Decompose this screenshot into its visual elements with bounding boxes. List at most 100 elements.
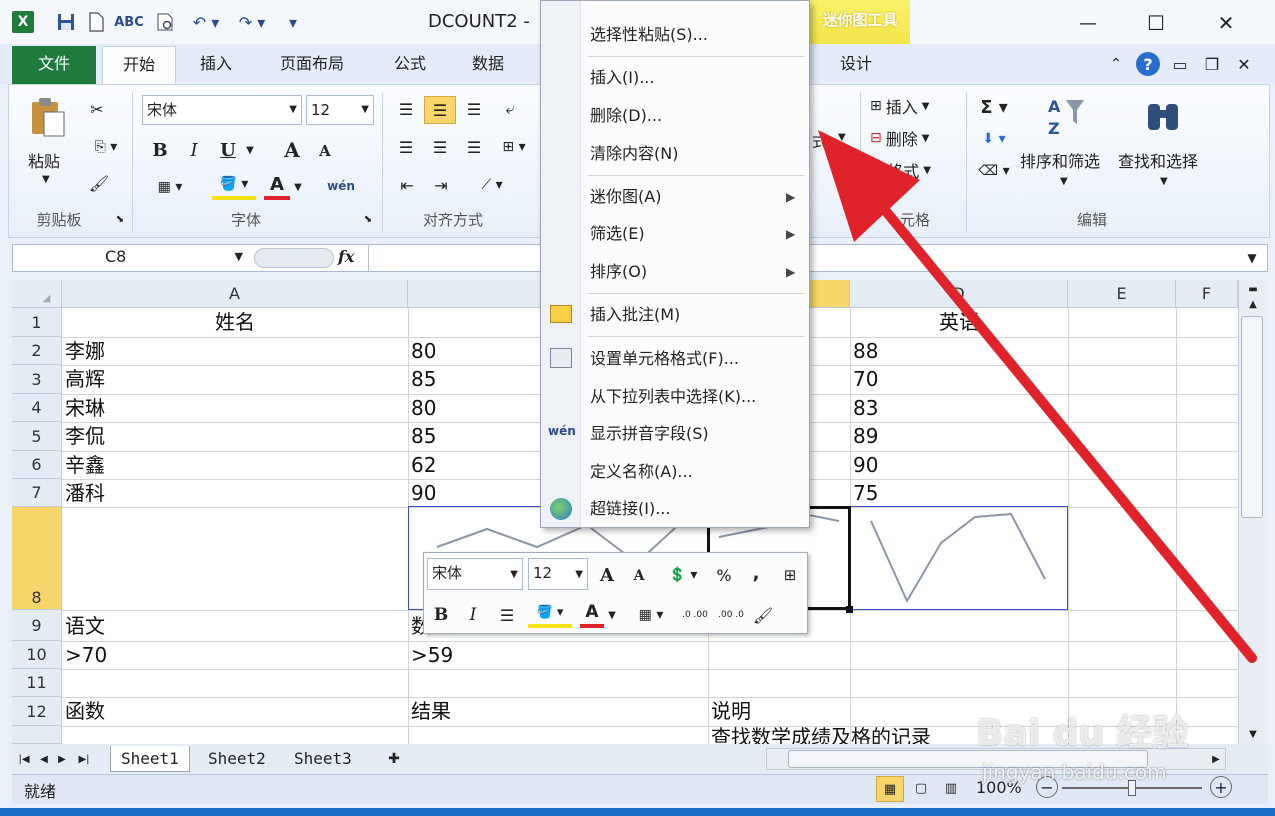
cell-a12[interactable]: 函数 [62, 697, 105, 725]
font-color-button[interactable]: A [264, 172, 290, 200]
increase-indent-icon[interactable]: ⇥ [428, 172, 454, 198]
cell-b12[interactable]: 结果 [408, 697, 451, 725]
mini-bold-button[interactable]: B [430, 602, 452, 628]
menu-item-paste-special[interactable]: 选择性粘贴(S)... [590, 17, 708, 53]
row-header[interactable]: 2 [12, 337, 62, 365]
menu-item-delete[interactable]: 删除(D)... [590, 98, 662, 134]
workbook-close-icon[interactable]: ✕ [1234, 52, 1254, 76]
mini-font-color-dropdown-icon[interactable]: ▼ [606, 608, 618, 622]
font-size-combo[interactable]: 12 ▼ [306, 95, 374, 125]
grow-font-button[interactable]: A [280, 136, 304, 164]
clipboard-launcher-icon[interactable]: ⬊ [114, 212, 126, 226]
insert-sheet-icon[interactable]: ✚ [380, 748, 408, 770]
cell-a4[interactable]: 宋琳 [62, 394, 105, 422]
maximize-button[interactable]: ☐ [1136, 8, 1176, 38]
cell-a9[interactable]: 语文 [62, 612, 105, 640]
row-header[interactable]: 9 [12, 610, 62, 641]
align-left-icon[interactable]: ☰ [394, 134, 418, 160]
copy-icon[interactable]: ⎘ ▾ [84, 134, 128, 160]
mini-borders-icon[interactable]: ▦ ▾ [628, 602, 674, 628]
decrease-indent-icon[interactable]: ⇤ [394, 172, 420, 198]
row-header[interactable]: 5 [12, 422, 62, 451]
menu-item-clear-contents[interactable]: 清除内容(N) [590, 136, 678, 172]
menu-item-sort[interactable]: 排序(O) [590, 254, 647, 290]
align-top-icon[interactable]: ☰ [394, 96, 418, 122]
tab-file[interactable]: 文件 [12, 46, 96, 84]
mini-increase-decimal-button[interactable]: .0 .00 [678, 602, 712, 628]
close-button[interactable]: ✕ [1206, 8, 1246, 38]
cell-b2[interactable]: 80 [408, 337, 436, 365]
first-sheet-icon[interactable]: |◀ [16, 750, 32, 768]
shrink-font-button[interactable]: A [314, 138, 336, 164]
cell-b4[interactable]: 80 [408, 394, 436, 422]
menu-item-show-phonetic[interactable]: 显示拼音字段(S) [590, 416, 709, 452]
row-header[interactable]: 6 [12, 451, 62, 479]
mini-decrease-decimal-button[interactable]: .00 .0 [714, 602, 748, 628]
sheet-tab-sheet3[interactable]: Sheet3 [286, 746, 366, 772]
tab-formulas[interactable]: 公式 [380, 46, 440, 84]
cell-c12[interactable]: 说明 [708, 697, 751, 725]
page-break-view-button[interactable]: ▥ [938, 776, 964, 800]
row-header[interactable]: 11 [12, 669, 62, 697]
cell-a1[interactable]: 姓名 [62, 308, 408, 336]
borders-icon[interactable]: ▦ ▾ [148, 174, 192, 200]
mini-italic-button[interactable]: I [462, 602, 484, 628]
prev-sheet-icon[interactable]: ◀ [36, 750, 52, 768]
customize-quick-access-icon[interactable]: ▾ [282, 9, 304, 35]
menu-item-sparklines[interactable]: 迷你图(A) [590, 179, 661, 215]
save-icon[interactable] [54, 9, 78, 35]
tab-insert[interactable]: 插入 [186, 46, 246, 84]
merge-center-icon[interactable]: ⊞ ▾ [496, 134, 532, 160]
row-header[interactable]: 10 [12, 641, 62, 669]
formula-bar-splitter[interactable] [254, 248, 334, 268]
mini-fill-color-icon[interactable]: 🪣 ▾ [528, 600, 572, 628]
undo-icon[interactable]: ↶ ▾ [186, 9, 226, 35]
tab-home[interactable]: 开始 [102, 46, 176, 84]
tab-page-layout[interactable]: 页面布局 [262, 46, 362, 84]
name-box[interactable]: C8 ▼ [13, 245, 251, 271]
zoom-in-button[interactable]: + [1210, 776, 1232, 798]
mini-format-painter-icon[interactable]: 🖌 [750, 602, 776, 628]
cell-b6[interactable]: 62 [408, 451, 436, 479]
mini-size-combo[interactable]: 12 ▼ [528, 558, 588, 590]
mini-center-icon[interactable]: ☰ [494, 602, 520, 628]
minimize-button[interactable]: — [1068, 8, 1108, 38]
font-color-dropdown-icon[interactable]: ▼ [292, 180, 304, 194]
page-layout-view-button[interactable]: ▢ [908, 776, 934, 800]
mini-comma-button[interactable]: , [746, 560, 766, 586]
cell-c13[interactable]: 查找数学成绩及格的记录 [708, 724, 931, 744]
column-header-a[interactable]: A [62, 280, 408, 308]
mini-font-color-button[interactable]: A [580, 600, 604, 628]
cell-a10[interactable]: >70 [62, 641, 107, 669]
normal-view-button[interactable]: ▦ [876, 776, 904, 802]
redo-icon[interactable]: ↷ ▾ [232, 9, 272, 35]
cell-a7[interactable]: 潘科 [62, 479, 105, 507]
align-center-icon[interactable]: ☰ [428, 134, 452, 160]
cell-b10[interactable]: >59 [408, 641, 453, 669]
menu-item-insert[interactable]: 插入(I)... [590, 60, 654, 96]
scroll-down-icon[interactable]: ▼ [1242, 726, 1264, 742]
underline-button[interactable]: U [216, 136, 240, 164]
mini-grow-font-button[interactable]: A [596, 562, 618, 588]
spelling-check-icon[interactable]: ABC [114, 9, 144, 35]
row-header[interactable] [12, 726, 62, 744]
menu-item-insert-comment[interactable]: 插入批注(M) [590, 297, 680, 333]
workbook-minimize-icon[interactable]: ▭ [1170, 52, 1190, 76]
font-launcher-icon[interactable]: ⬊ [362, 212, 374, 226]
paste-button[interactable]: 粘贴 ▼ [22, 92, 78, 202]
sheet-tab-sheet2[interactable]: Sheet2 [200, 746, 280, 772]
row-header[interactable]: 3 [12, 365, 62, 394]
underline-dropdown-icon[interactable]: ▼ [244, 142, 256, 158]
row-header[interactable]: 1 [12, 308, 62, 337]
mini-percent-button[interactable]: % [712, 562, 736, 588]
sheet-tab-sheet1[interactable]: Sheet1 [110, 746, 190, 772]
row-header[interactable]: 8 [12, 507, 62, 610]
row-header[interactable]: 12 [12, 697, 62, 726]
insert-cells-button[interactable]: ⊞ 插入 ▼ [870, 92, 956, 120]
align-bottom-icon[interactable]: ☰ [462, 96, 486, 122]
bold-button[interactable]: B [148, 136, 172, 164]
align-right-icon[interactable]: ☰ [462, 134, 486, 160]
next-sheet-icon[interactable]: ▶ [54, 750, 70, 768]
phonetic-guide-button[interactable]: wén [326, 172, 356, 200]
print-preview-icon[interactable] [152, 9, 178, 35]
